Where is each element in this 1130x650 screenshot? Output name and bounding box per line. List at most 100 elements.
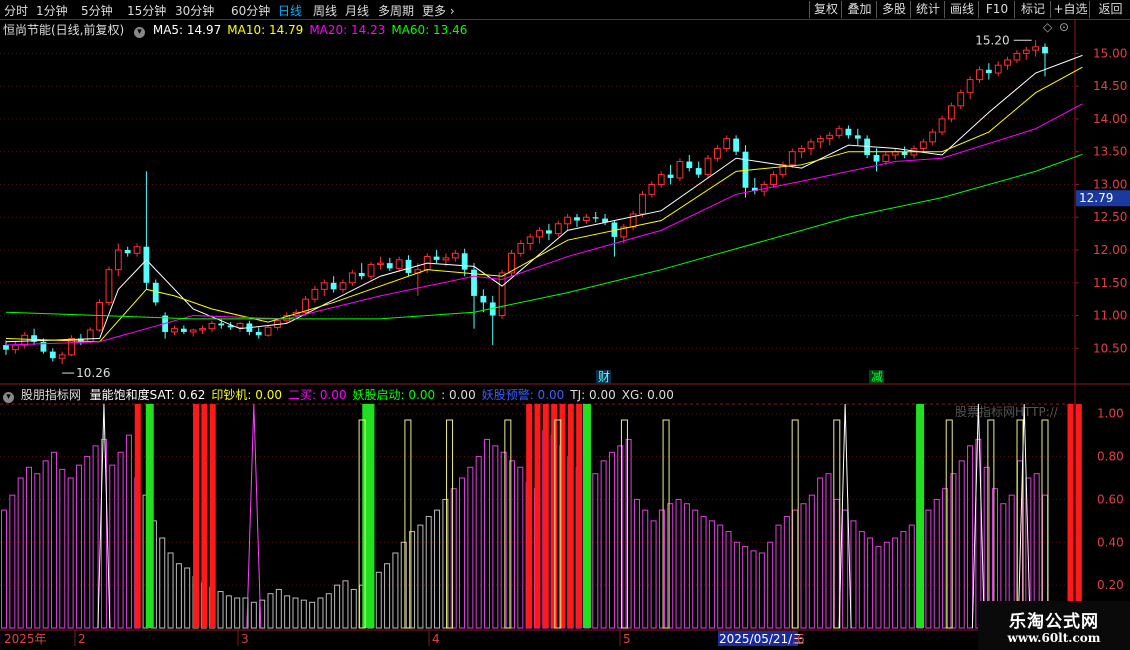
price-tick-label: 13.00	[1093, 177, 1127, 191]
signal-red-bar	[576, 404, 583, 628]
period-tab[interactable]: 分时	[4, 2, 28, 19]
candle-body	[554, 223, 562, 235]
period-tab[interactable]: 日线	[278, 2, 302, 19]
marker-jian: 减	[871, 370, 883, 384]
sat-bar	[334, 584, 341, 629]
sat-bar	[175, 563, 182, 629]
toolbar-button[interactable]: 返回	[1089, 1, 1130, 18]
chevron-down-icon[interactable]: ▾	[3, 392, 14, 403]
sat-bar	[783, 516, 790, 629]
candle-body	[180, 328, 187, 332]
signal-white-spike	[971, 403, 985, 629]
candle-body	[49, 351, 56, 359]
sat-bar	[1, 509, 7, 629]
candle-body	[929, 131, 937, 143]
indicator-legend-item: 印钞机: 0.00	[211, 388, 282, 402]
time-axis-label: 3	[241, 632, 249, 646]
toolbar-button[interactable]: +自选	[1050, 1, 1090, 18]
sat-bar	[808, 494, 815, 629]
indicator-watermark: 股票指标网HTTP://	[955, 404, 1059, 419]
candle-body	[873, 154, 880, 162]
candle-body	[451, 252, 459, 259]
period-tab[interactable]: 多周期	[378, 2, 414, 19]
sat-bar	[933, 498, 940, 629]
candle-body	[517, 242, 525, 254]
toolbar-button[interactable]: F10	[978, 1, 1015, 18]
candle-body	[733, 138, 740, 152]
signal-red-bar	[209, 404, 216, 628]
sat-bar	[109, 464, 116, 629]
candle-body	[1032, 46, 1040, 51]
sat-bar	[842, 509, 849, 629]
candle-body	[405, 259, 412, 273]
ma-line	[5, 54, 1083, 343]
period-tab[interactable]: 周线	[313, 2, 337, 19]
sat-bar	[750, 550, 757, 629]
signal-green-bar	[582, 404, 591, 628]
candle-body	[713, 147, 721, 159]
settings-icon: ⊙	[1059, 20, 1069, 34]
signal-red-bar	[534, 404, 541, 628]
indicator-legend-item: 量能饱和度SAT: 0.62	[89, 388, 206, 402]
candle-body	[723, 138, 731, 149]
ind-tick-label: 0.20	[1097, 578, 1124, 592]
sat-bar	[234, 597, 241, 629]
indicator-name: 股朋指标网	[20, 388, 81, 402]
period-tab[interactable]: 30分钟	[175, 2, 214, 19]
sat-bar	[792, 509, 799, 629]
period-tab[interactable]: 更多 ›	[422, 2, 455, 19]
time-axis-label: 2025/05/21/三	[719, 632, 804, 646]
period-tab[interactable]: 15分钟	[127, 2, 166, 19]
sat-bar	[675, 498, 682, 629]
sat-bar	[117, 451, 124, 629]
toolbar-button[interactable]: 标记	[1014, 1, 1051, 18]
candle-body	[985, 69, 992, 74]
low-price-label: 10.26	[76, 366, 110, 380]
time-axis-label: 2	[78, 632, 86, 646]
sat-bar	[75, 464, 82, 629]
sat-bar	[967, 445, 974, 629]
sat-bar	[875, 546, 882, 629]
sat-bar	[700, 516, 707, 629]
period-tab[interactable]: 1分钟	[36, 2, 68, 19]
price-tick-label: 10.50	[1093, 341, 1127, 355]
sat-bar	[758, 552, 765, 629]
sat-bar	[775, 524, 782, 629]
toolbar-button[interactable]: 叠加	[841, 1, 877, 18]
candle-body	[976, 69, 983, 81]
candle-body	[199, 328, 206, 331]
toolbar-button[interactable]: 复权	[809, 1, 842, 18]
period-tab[interactable]: 60分钟	[231, 2, 270, 19]
candle-body	[966, 79, 974, 94]
toolbar-button[interactable]: 画线	[944, 1, 979, 18]
main-legend: 恒尚节能(日线,前复权) ▾ MA5: 14.97 MA10: 14.79 MA20…	[3, 21, 473, 38]
candle-body	[114, 249, 122, 271]
sat-bar	[850, 520, 857, 629]
sat-bar	[417, 524, 424, 629]
signal-red-bar	[567, 404, 574, 628]
toolbar-button[interactable]: 统计	[910, 1, 945, 18]
ma-legend-item: MA60: 13.46	[391, 23, 468, 37]
toolbar-button[interactable]: 多股	[876, 1, 911, 18]
candle-body	[667, 174, 674, 178]
sat-bar	[642, 509, 649, 629]
period-tab[interactable]: 5分钟	[81, 2, 113, 19]
period-tab[interactable]: 月线	[345, 2, 369, 19]
ind-tick-label: 0.40	[1097, 535, 1124, 549]
sat-bar	[284, 595, 291, 629]
sat-bar	[409, 531, 416, 629]
candle-body	[526, 236, 534, 244]
candle-body	[348, 272, 356, 284]
sat-bar	[400, 541, 407, 629]
sat-bar	[892, 537, 899, 629]
indicator-legend-item: 二买: 0.00	[287, 388, 347, 402]
signal-white-spike	[97, 403, 111, 629]
candle-body	[58, 354, 66, 359]
chevron-down-icon[interactable]: ▾	[134, 27, 146, 38]
ma-legend-item: MA10: 14.79	[227, 23, 304, 37]
indicator-legend-item: 妖股预警: 0.00	[481, 388, 565, 402]
signal-red-bar	[201, 404, 208, 628]
candle-body	[574, 217, 580, 221]
candle-body	[124, 250, 131, 254]
site-logo: 乐淘公式网 www.60lt.com	[978, 601, 1130, 650]
